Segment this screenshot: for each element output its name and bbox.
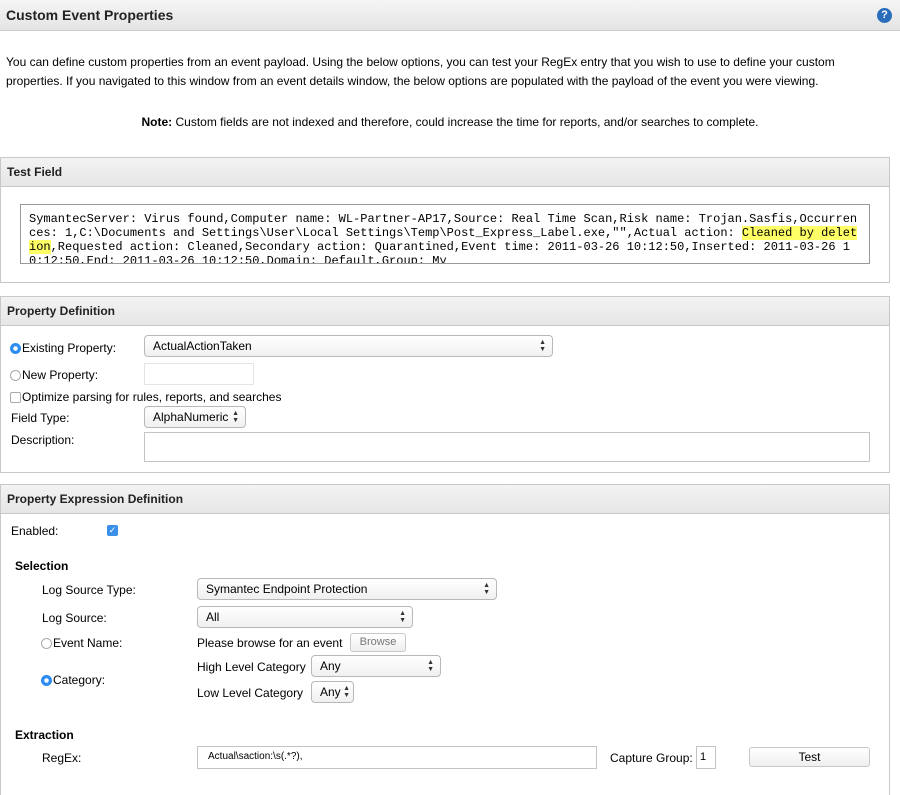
enabled-checkbox[interactable]: ✓	[107, 525, 118, 536]
note-text: Note: Custom fields are not indexed and …	[0, 115, 900, 129]
low-level-category-label: Low Level Category	[197, 686, 304, 700]
expression-definition-panel: Property Expression Definition Enabled: …	[0, 484, 890, 795]
event-name-radio[interactable]	[41, 637, 52, 649]
optimize-parsing-option[interactable]: Optimize parsing for rules, reports, and…	[10, 390, 281, 404]
existing-property-label: Existing Property:	[22, 341, 117, 355]
new-property-label: New Property:	[22, 368, 99, 382]
field-type-value: AlphaNumeric	[153, 410, 229, 424]
select-arrows-icon: ▲ ▼	[427, 659, 434, 673]
low-level-category-select[interactable]: Any ▲ ▼	[311, 681, 354, 703]
select-arrows-icon: ▲ ▼	[399, 610, 406, 624]
high-level-category-label: High Level Category	[197, 660, 306, 674]
category-radio[interactable]	[41, 674, 52, 686]
event-name-prompt: Please browse for an event	[197, 636, 343, 650]
high-level-category-select[interactable]: Any ▲ ▼	[311, 655, 441, 677]
browse-button[interactable]: Browse	[350, 633, 406, 652]
category-option[interactable]: Category:	[41, 673, 105, 687]
existing-property-radio[interactable]	[10, 342, 21, 354]
log-source-type-select[interactable]: Symantec Endpoint Protection ▲ ▼	[197, 578, 497, 600]
test-field-panel: Test Field SymantecServer: Virus found,C…	[0, 157, 890, 283]
regex-input[interactable]: Actual\saction:\s(.*?),	[197, 746, 597, 769]
event-name-option[interactable]: Event Name:	[41, 636, 122, 650]
description-label: Description:	[11, 433, 75, 447]
select-arrows-icon: ▲ ▼	[539, 339, 546, 353]
new-property-option[interactable]: New Property:	[10, 368, 98, 382]
payload-text-after: ,Requested action: Cleaned,Secondary act…	[29, 240, 850, 264]
new-property-radio[interactable]	[10, 369, 21, 381]
intro-text: You can define custom properties from an…	[6, 55, 835, 88]
note-label: Note:	[141, 115, 173, 129]
field-type-select[interactable]: AlphaNumeric ▲ ▼	[144, 406, 246, 428]
test-button[interactable]: Test	[749, 747, 870, 767]
event-name-label: Event Name:	[53, 636, 123, 650]
payload-text-before: SymantecServer: Virus found,Computer nam…	[29, 212, 858, 240]
help-icon[interactable]: ?	[877, 8, 892, 23]
existing-property-value: ActualActionTaken	[153, 339, 252, 353]
optimize-parsing-checkbox[interactable]	[10, 391, 21, 403]
existing-property-select[interactable]: ActualActionTaken ▲ ▼	[144, 335, 553, 357]
page-title: Custom Event Properties	[6, 7, 174, 23]
property-definition-heading: Property Definition	[1, 297, 889, 326]
extraction-heading: Extraction	[15, 728, 74, 742]
regex-label: RegEx:	[42, 751, 82, 765]
expression-definition-heading: Property Expression Definition	[1, 485, 889, 514]
category-label: Category:	[53, 673, 106, 687]
select-arrows-icon: ▲ ▼	[483, 582, 490, 596]
description-textarea[interactable]	[144, 432, 870, 462]
capture-group-label: Capture Group:	[610, 751, 693, 765]
new-property-input[interactable]	[144, 363, 254, 385]
high-level-category-value: Any	[320, 659, 341, 673]
select-arrows-icon: ▲ ▼	[232, 410, 239, 424]
field-type-label: Field Type:	[11, 411, 70, 425]
enabled-label: Enabled:	[11, 524, 59, 538]
note-body: Custom fields are not indexed and theref…	[172, 115, 759, 129]
test-field-payload[interactable]: SymantecServer: Virus found,Computer nam…	[20, 204, 870, 264]
log-source-type-value: Symantec Endpoint Protection	[206, 582, 368, 596]
log-source-select[interactable]: All ▲ ▼	[197, 606, 413, 628]
low-level-category-value: Any	[320, 685, 341, 699]
select-arrows-icon: ▲ ▼	[343, 685, 350, 699]
optimize-parsing-label: Optimize parsing for rules, reports, and…	[22, 390, 282, 404]
log-source-value: All	[206, 610, 220, 624]
log-source-type-label: Log Source Type:	[42, 583, 136, 597]
selection-heading: Selection	[15, 559, 69, 573]
page-header: Custom Event Properties ?	[0, 0, 900, 31]
existing-property-option[interactable]: Existing Property:	[10, 341, 116, 355]
log-source-label: Log Source:	[42, 611, 107, 625]
capture-group-input[interactable]: 1	[696, 746, 716, 769]
property-definition-panel: Property Definition Existing Property: A…	[0, 296, 890, 473]
test-field-heading: Test Field	[1, 158, 889, 187]
